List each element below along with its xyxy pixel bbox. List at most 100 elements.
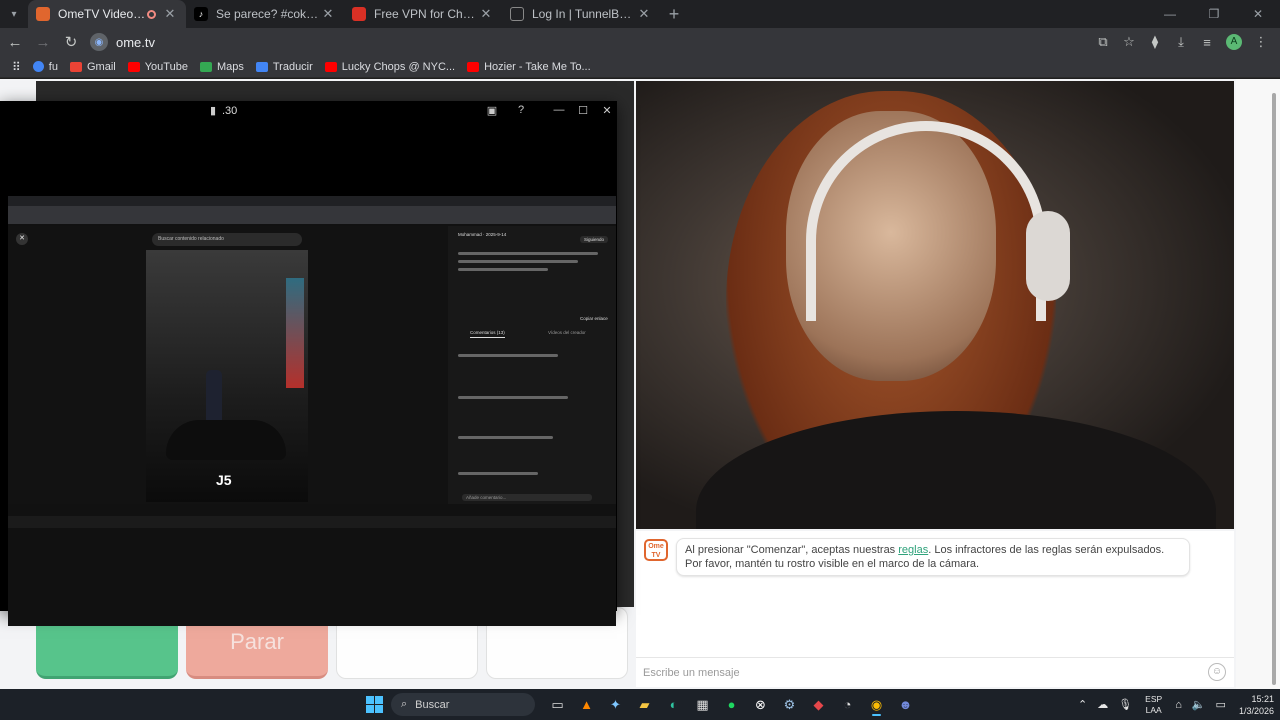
windows-start-icon[interactable]: [366, 696, 383, 713]
cloud-icon[interactable]: ☁: [1097, 698, 1108, 711]
bookmark-maps[interactable]: Maps: [199, 61, 244, 73]
bookmark-youtube[interactable]: YouTube: [127, 61, 188, 73]
menu-icon[interactable]: ⋮: [1248, 34, 1274, 50]
tab-strip: ▾ OmeTV Video Chat — Ome ✕ ♪ Se parece? …: [0, 0, 1280, 28]
microphone-icon[interactable]: 🎙: [1118, 698, 1132, 711]
browser-toolbar: ← → ↻ ◉ ome.tv ⧉ ☆ ⧫ ⤓ ≡ A ⋮: [0, 28, 1280, 56]
tab-ometv[interactable]: OmeTV Video Chat — Ome ✕: [28, 0, 186, 28]
store-icon[interactable]: ▦: [688, 693, 717, 716]
ometv-logo-icon: Ome TV: [644, 539, 668, 561]
address-bar[interactable]: ◉ ome.tv: [90, 30, 1090, 54]
minimize-icon[interactable]: —: [552, 104, 566, 118]
pip-icon[interactable]: ▣: [485, 104, 499, 118]
language-indicator[interactable]: ESP LAA: [1145, 694, 1162, 716]
chrome-icon[interactable]: ◉: [862, 693, 891, 716]
tab-vpn[interactable]: Free VPN for Chrome - VPN Pr ✕: [344, 0, 502, 28]
taskbar-search[interactable]: ⌕ Buscar: [391, 693, 535, 716]
network-icon[interactable]: ⌂: [1175, 699, 1182, 711]
restore-icon[interactable]: ❐: [1192, 0, 1236, 28]
bookmark-traducir[interactable]: Traducir: [255, 61, 313, 73]
mini-video-caption: J5: [216, 472, 232, 488]
install-app-icon[interactable]: ⧉: [1090, 34, 1116, 50]
reload-icon[interactable]: ↻: [58, 29, 84, 55]
page-scrollbar[interactable]: [1270, 81, 1278, 687]
tab-tiktok[interactable]: ♪ Se parece? #coker | monte ever ✕: [186, 0, 344, 28]
system-tray: ⌃ ☁ 🎙 ESP LAA ⌂ 🔈 ▭ 15:21 1/3/2026: [1073, 689, 1274, 720]
task-view-icon[interactable]: ▭: [543, 693, 572, 716]
tab-search-button[interactable]: ▾: [0, 0, 28, 28]
media-control-icon[interactable]: ≡: [1194, 35, 1220, 50]
ometv-favicon-icon: [36, 7, 50, 21]
discord-icon[interactable]: ☻: [891, 693, 920, 716]
bookmarks-bar: ⠿ fu Gmail YouTube Maps Traducir Lucky C…: [0, 56, 1280, 78]
mini-search: Buscar contenido relacionado: [152, 233, 302, 246]
battery-icon[interactable]: ▭: [1216, 698, 1226, 711]
tab-title: Se parece? #coker | monte ever: [216, 7, 320, 21]
profile-avatar[interactable]: A: [1226, 34, 1242, 50]
new-tab-button[interactable]: +: [660, 4, 688, 25]
scroll-thumb[interactable]: [1272, 93, 1276, 685]
clock[interactable]: 15:21 1/3/2026: [1239, 693, 1274, 717]
close-window-icon[interactable]: ✕: [1236, 0, 1280, 28]
mini-copy-link: Copiar enlace: [580, 316, 608, 321]
floating-title-bar[interactable]: ▮ .30 ▣ ? — ☐ ✕: [0, 101, 617, 121]
forward-icon[interactable]: →: [30, 29, 56, 55]
emoji-icon[interactable]: ☺: [1208, 663, 1226, 681]
mini-tab-strip: [8, 196, 616, 206]
back-icon[interactable]: ←: [2, 29, 28, 55]
mini-comment: [458, 436, 553, 439]
mini-comment: [458, 354, 558, 357]
close-tab-icon[interactable]: ✕: [478, 6, 494, 22]
tiktok-favicon-icon: ♪: [194, 7, 208, 21]
edge-icon[interactable]: ◐: [659, 693, 688, 716]
mini-video-car: [166, 420, 286, 460]
extensions-icon[interactable]: ⧫: [1142, 34, 1168, 50]
mini-taskbar: [8, 516, 616, 528]
app-gauge-icon[interactable]: ◔: [833, 693, 862, 716]
windows-taskbar: ⌕ Buscar ▭ ▲ ✦ ▰ ◐ ▦ ● ⊗ ⚙ ◆ ◔ ◉ ☻ ⌃ ☁ 🎙…: [0, 689, 1280, 720]
steam-icon[interactable]: ⚙: [775, 693, 804, 716]
mini-creator-tab: Vídeos del creador: [548, 330, 586, 335]
mini-comments-tab: Comentarios (13): [470, 330, 505, 338]
bookmark-star-icon[interactable]: ☆: [1116, 34, 1142, 50]
bookmark-fu[interactable]: fu: [32, 61, 58, 73]
maximize-icon[interactable]: ☐: [576, 104, 590, 118]
site-info-icon[interactable]: ◉: [90, 33, 108, 51]
mini-follow: Siguiendo: [580, 236, 609, 243]
toolbar-actions: ⧉ ☆ ⧫ ⤓ ≡ A ⋮: [1090, 28, 1274, 56]
capcut-icon[interactable]: ⊗: [746, 693, 775, 716]
lock-icon: ▮: [209, 105, 217, 117]
spotify-icon[interactable]: ●: [717, 693, 746, 716]
close-tab-icon[interactable]: ✕: [636, 6, 652, 22]
bookmark-hozier[interactable]: Hozier - Take Me To...: [467, 61, 591, 73]
vlc-icon[interactable]: ▲: [572, 693, 601, 716]
help-icon[interactable]: ?: [514, 104, 528, 118]
close-tab-icon[interactable]: ✕: [320, 6, 336, 22]
chat-panel: Ome TV Al presionar "Comenzar", aceptas …: [636, 531, 1234, 687]
bookmark-lucky-chops[interactable]: Lucky Chops @ NYC...: [324, 61, 455, 73]
url-text: ome.tv: [116, 34, 156, 50]
copilot-icon[interactable]: ✦: [601, 693, 630, 716]
downloads-icon[interactable]: ⤓: [1168, 34, 1194, 50]
rules-link[interactable]: reglas: [898, 544, 928, 556]
tab-tunnelbear[interactable]: Log In | TunnelBear ✕: [502, 0, 660, 28]
youtube-icon: [467, 61, 480, 72]
mini-tiktok-page: ✕ Buscar contenido relacionado J5 Mohamm…: [8, 226, 616, 528]
floating-screen-window[interactable]: ▮ .30 ▣ ? — ☐ ✕ ✕ Buscar contenido relac…: [0, 101, 617, 626]
mini-text-line: [458, 252, 598, 255]
mini-comments-panel: Mohammad · 2025-9-14 Siguiendo Copiar en…: [448, 226, 616, 504]
chevron-up-icon[interactable]: ⌃: [1078, 698, 1087, 711]
youtube-icon: [127, 61, 140, 72]
app-red-icon[interactable]: ◆: [804, 693, 833, 716]
bookmark-gmail[interactable]: Gmail: [69, 61, 116, 73]
search-icon: ⌕: [401, 698, 408, 710]
file-explorer-icon[interactable]: ▰: [630, 693, 659, 716]
close-icon[interactable]: ✕: [600, 104, 614, 118]
minimize-icon[interactable]: —: [1148, 0, 1192, 28]
apps-icon[interactable]: ⠿: [12, 60, 21, 74]
volume-icon[interactable]: 🔈: [1192, 698, 1206, 711]
message-input[interactable]: Escribe un mensaje ☺: [636, 657, 1234, 687]
floating-title: .30: [222, 105, 238, 117]
close-tab-icon[interactable]: ✕: [162, 6, 178, 22]
mini-address-bar: [8, 206, 616, 216]
